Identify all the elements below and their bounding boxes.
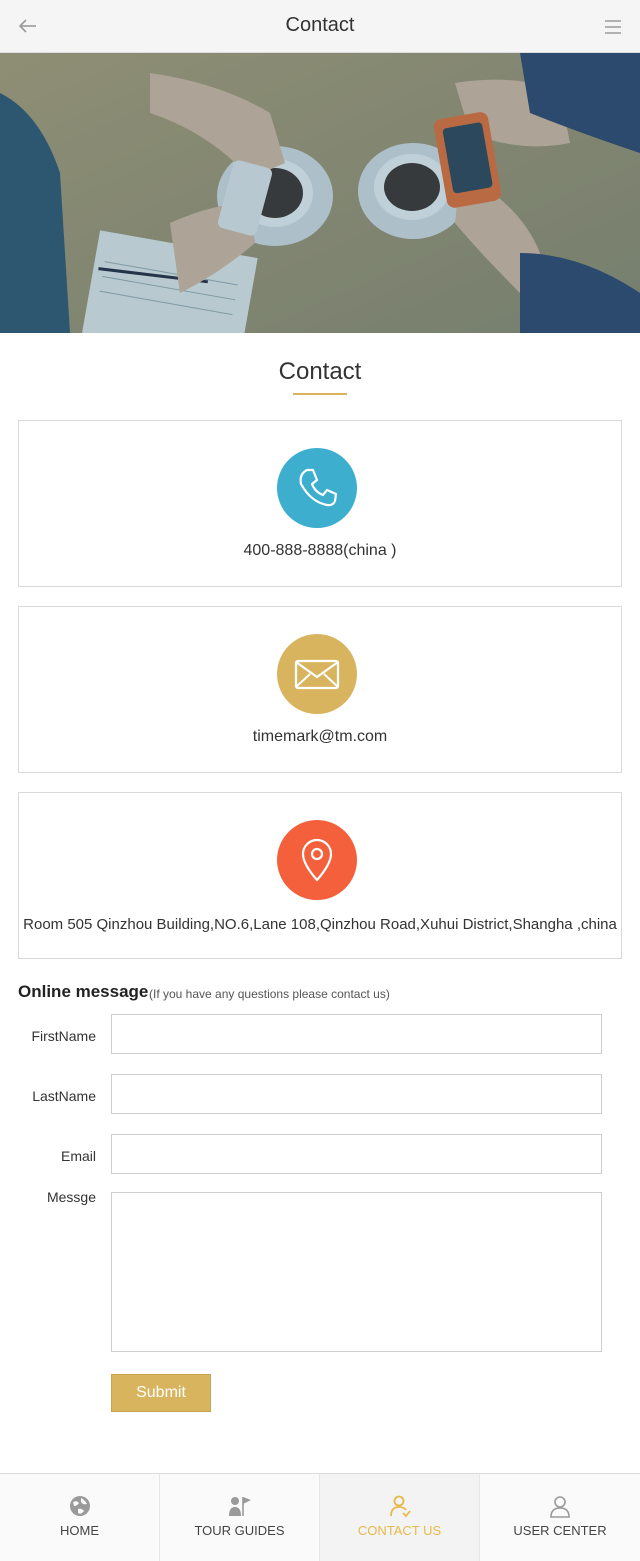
envelope-icon[interactable]: [277, 634, 357, 714]
top-navigation-bar: Contact: [0, 0, 640, 53]
email-address: timemark@tm.com: [252, 728, 388, 745]
hero-photo: [0, 53, 640, 333]
location-pin-icon[interactable]: [277, 820, 357, 900]
tab-tour-guides-label: TOUR GUIDES: [194, 1523, 285, 1538]
firstname-label: FirstName: [31, 1028, 96, 1044]
contact-person-icon: [388, 1494, 412, 1518]
user-icon: [548, 1494, 572, 1518]
globe-icon: [68, 1494, 92, 1518]
hamburger-menu-icon[interactable]: [600, 14, 626, 40]
message-label: Messge: [46, 1189, 96, 1205]
firstname-field[interactable]: [111, 1014, 602, 1054]
email-label: Email: [60, 1148, 96, 1164]
tab-contact-us[interactable]: CONTACT US: [320, 1474, 480, 1561]
phone-icon[interactable]: [277, 448, 357, 528]
tab-home-label: HOME: [60, 1523, 99, 1538]
tab-user-center[interactable]: USER CENTER: [480, 1474, 640, 1561]
street-address: Room 505 Qinzhou Building,NO.6,Lane 108,…: [23, 916, 617, 933]
phone-contact-card: 400-888-8888(china ): [18, 420, 622, 587]
email-contact-card: timemark@tm.com: [18, 606, 622, 773]
lastname-label: LastName: [32, 1088, 96, 1104]
bottom-tab-bar: HOME TOUR GUIDES CONTACT US USER CENTER: [0, 1473, 640, 1561]
submit-button[interactable]: Submit: [111, 1374, 211, 1412]
address-contact-card: Room 505 Qinzhou Building,NO.6,Lane 108,…: [18, 792, 622, 959]
guide-flag-icon: [228, 1494, 252, 1518]
phone-number: 400-888-8888(china ): [243, 542, 397, 559]
page-title: Contact: [285, 14, 355, 36]
message-textarea[interactable]: [111, 1192, 602, 1352]
email-field[interactable]: [111, 1134, 602, 1174]
tab-home[interactable]: HOME: [0, 1474, 160, 1561]
lastname-field[interactable]: [111, 1074, 602, 1114]
online-message-subtitle: (If you have any questions please contac…: [149, 987, 390, 1001]
tab-contact-us-label: CONTACT US: [357, 1523, 442, 1538]
contact-section-title: Contact: [278, 358, 362, 385]
tab-user-center-label: USER CENTER: [513, 1523, 607, 1538]
tab-tour-guides[interactable]: TOUR GUIDES: [160, 1474, 320, 1561]
online-message-title: Online message: [18, 982, 149, 1001]
section-title-underline: [293, 393, 347, 395]
